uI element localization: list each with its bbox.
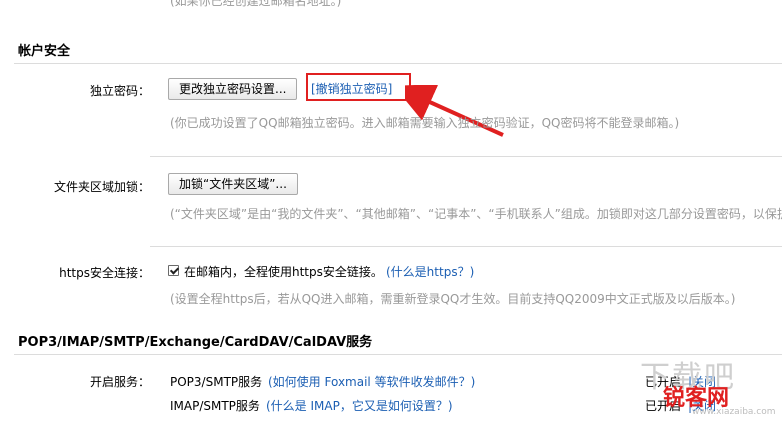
independent-password-hint: (你已成功设置了QQ邮箱独立密码。进入邮箱需要输入独立密码验证，QQ密码将不能登… (170, 116, 680, 130)
row-divider (150, 246, 782, 247)
row-divider (150, 156, 782, 157)
folder-lock-hint: (“文件夹区域”是由“我的文件夹”、“其他邮箱”、“记事本”、“手机联系人”组成… (170, 207, 782, 221)
https-label: https安全连接： (59, 266, 150, 280)
section-title-account-security: 帐户安全 (18, 44, 71, 59)
what-is-https-link[interactable]: (什么是https？) (386, 263, 474, 280)
service-help-link-imap[interactable]: (什么是 IMAP，它又是如何设置？) (266, 397, 453, 414)
service-name-pop3: POP3/SMTP服务 (170, 375, 263, 389)
top-hint-text: (如果你已经创建过邮箱名地址。) (170, 0, 342, 8)
lock-folder-area-button[interactable]: 加锁“文件夹区域”... (168, 173, 298, 195)
independent-password-label: 独立密码： (89, 84, 150, 98)
https-hint: (设置全程https后，若从QQ进入邮箱，需重新登录QQ才生效。目前支持QQ20… (170, 292, 736, 306)
folder-lock-label: 文件夹区域加锁： (53, 180, 150, 194)
https-checkbox[interactable] (168, 265, 179, 276)
https-checkbox-text: 在邮箱内，全程使用https安全链接。 (184, 265, 383, 279)
service-help-link-pop3[interactable]: (如何使用 Foxmail 等软件收发邮件？) (268, 373, 475, 390)
annotation-highlight-box (306, 73, 411, 101)
section-divider (14, 63, 782, 64)
enable-services-label: 开启服务： (89, 375, 150, 389)
section-title-services: POP3/IMAP/SMTP/Exchange/CardDAV/CalDAV服务 (18, 335, 373, 350)
watermark-url: www.xiazaiba.com (692, 407, 776, 417)
service-name-imap: IMAP/SMTP服务 (170, 399, 260, 413)
change-independent-password-button[interactable]: 更改独立密码设置... (168, 78, 298, 100)
